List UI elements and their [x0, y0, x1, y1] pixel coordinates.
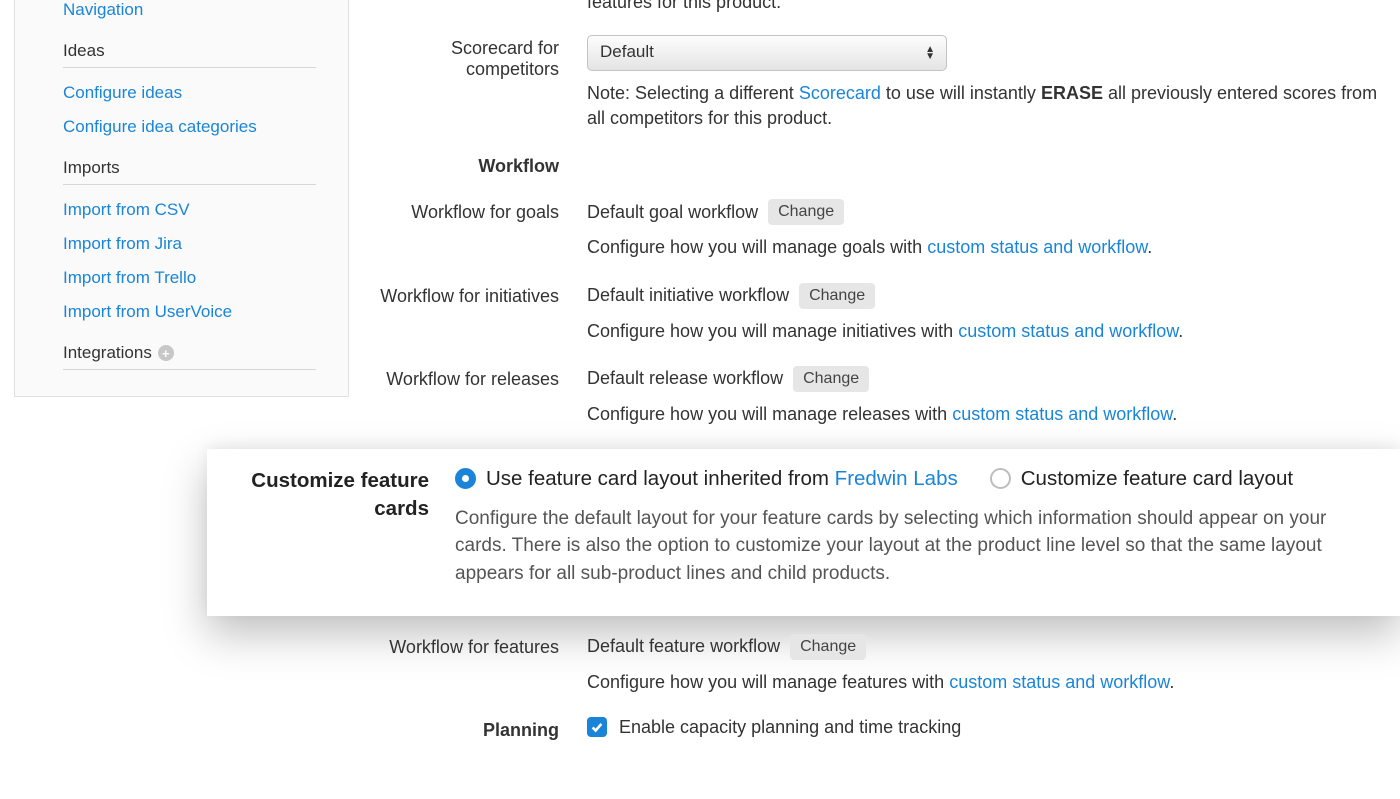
- sidebar: Navigation Ideas Configure ideas Configu…: [14, 0, 349, 397]
- feature-cards-opt1-text: Use feature card layout inherited from: [486, 467, 835, 490]
- workflow-goals-change-button[interactable]: Change: [768, 199, 844, 225]
- workflow-releases-desc: Configure how you will manage releases w…: [587, 402, 1390, 427]
- feature-cards-inherit-link[interactable]: Fredwin Labs: [835, 467, 958, 490]
- sidebar-link-configure-ideas[interactable]: Configure ideas: [63, 76, 316, 110]
- scorecard-link[interactable]: Scorecard: [799, 83, 881, 103]
- radio-unchecked-icon: [990, 468, 1011, 489]
- workflow-goals-link[interactable]: custom status and workflow: [927, 237, 1147, 257]
- radio-checked-icon: [455, 468, 476, 489]
- sidebar-link-configure-idea-categories[interactable]: Configure idea categories: [63, 110, 316, 144]
- scorecard-select[interactable]: Default: [587, 35, 947, 71]
- sidebar-section-imports: Imports: [63, 144, 316, 185]
- feature-cards-opt2-text: Customize feature card layout: [1021, 467, 1293, 491]
- workflow-releases-link[interactable]: custom status and workflow: [952, 404, 1172, 424]
- integrations-label: Integrations: [63, 343, 152, 363]
- feature-cards-label: Customize feature cards: [233, 467, 455, 588]
- workflow-initiatives-label: Workflow for initiatives: [367, 283, 587, 344]
- main-content: features for this product. Scorecard for…: [349, 0, 1400, 763]
- sidebar-link-navigation[interactable]: Navigation: [63, 0, 316, 27]
- workflow-goals-label: Workflow for goals: [367, 199, 587, 260]
- workflow-header: Workflow: [367, 153, 587, 177]
- sidebar-link-import-jira[interactable]: Import from Jira: [63, 227, 316, 261]
- workflow-features-change-button[interactable]: Change: [790, 634, 866, 660]
- feature-cards-desc: Configure the default layout for your fe…: [455, 505, 1374, 588]
- scorecard-label: Scorecard for competitors: [367, 35, 587, 131]
- sidebar-section-ideas: Ideas: [63, 27, 316, 68]
- workflow-initiatives-link[interactable]: custom status and workflow: [958, 321, 1178, 341]
- sidebar-section-integrations: Integrations +: [63, 329, 316, 370]
- planning-label: Planning: [367, 717, 587, 741]
- planning-checkbox[interactable]: [587, 717, 607, 737]
- workflow-initiatives-value: Default initiative workflow: [587, 285, 789, 306]
- workflow-features-value: Default feature workflow: [587, 636, 780, 657]
- planning-checkbox-label: Enable capacity planning and time tracki…: [619, 717, 961, 738]
- feature-cards-radio-customize[interactable]: Customize feature card layout: [990, 467, 1293, 491]
- workflow-releases-label: Workflow for releases: [367, 366, 587, 427]
- workflow-releases-value: Default release workflow: [587, 368, 783, 389]
- workflow-features-label: Workflow for features: [367, 634, 587, 695]
- sidebar-link-import-trello[interactable]: Import from Trello: [63, 261, 316, 295]
- workflow-features-link[interactable]: custom status and workflow: [949, 672, 1169, 692]
- feature-cards-radio-inherit[interactable]: Use feature card layout inherited from F…: [455, 467, 958, 491]
- workflow-goals-desc: Configure how you will manage goals with…: [587, 235, 1390, 260]
- feature-cards-panel: Customize feature cards Use feature card…: [207, 449, 1400, 616]
- workflow-initiatives-change-button[interactable]: Change: [799, 283, 875, 309]
- sidebar-link-import-uservoice[interactable]: Import from UserVoice: [63, 295, 316, 329]
- workflow-goals-value: Default goal workflow: [587, 202, 758, 223]
- workflow-features-desc: Configure how you will manage features w…: [587, 670, 1390, 695]
- add-integration-icon[interactable]: +: [158, 345, 174, 361]
- scorecard-note: Note: Selecting a different Scorecard to…: [587, 81, 1390, 131]
- top-note: features for this product.: [587, 0, 1390, 13]
- check-icon: [590, 720, 604, 734]
- sidebar-link-import-csv[interactable]: Import from CSV: [63, 193, 316, 227]
- workflow-releases-change-button[interactable]: Change: [793, 366, 869, 392]
- workflow-initiatives-desc: Configure how you will manage initiative…: [587, 319, 1390, 344]
